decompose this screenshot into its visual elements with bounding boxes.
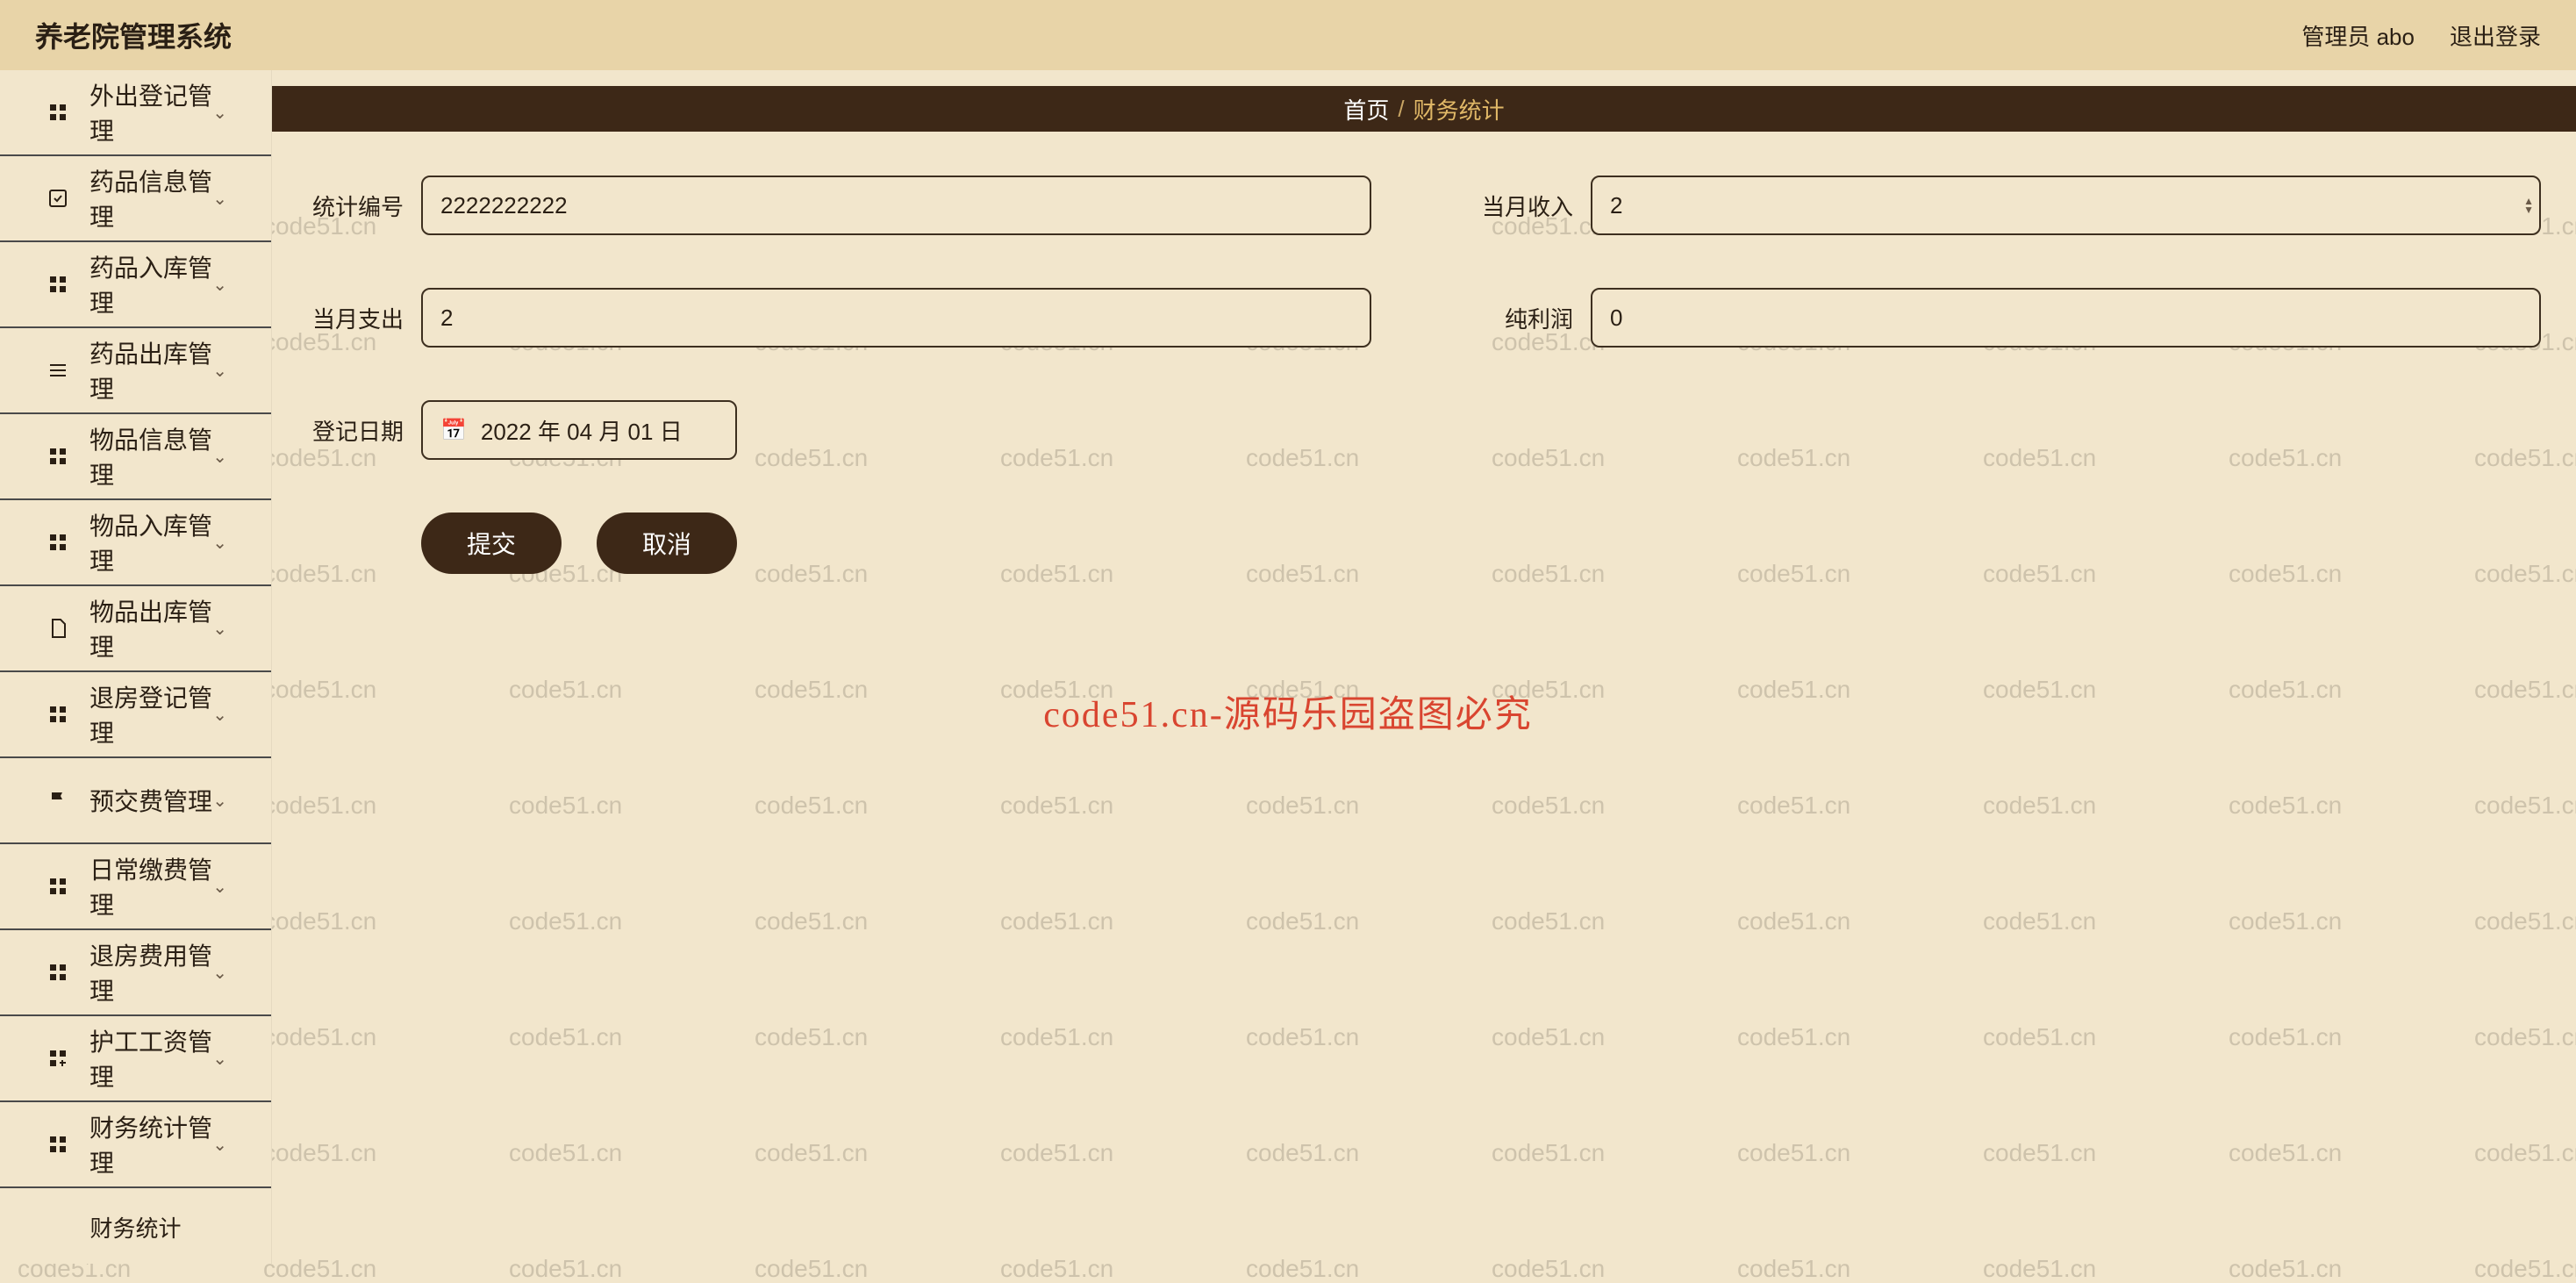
sidebar-item-daily-fee[interactable]: 日常缴费管理 ⌄ [0, 844, 271, 930]
date-input[interactable]: 📅 2022 年 04 月 01 日 [421, 400, 737, 460]
calendar-icon: 📅 [440, 418, 467, 443]
chevron-down-icon: ⌄ [212, 360, 227, 382]
chevron-down-icon: ⌄ [212, 1134, 227, 1156]
chevron-down-icon: ⌄ [212, 446, 227, 468]
chevron-down-icon: ⌄ [212, 704, 227, 726]
sidebar-item-outing[interactable]: 外出登记管理 ⌄ [0, 70, 271, 156]
sidebar-item-goods-info[interactable]: 物品信息管理 ⌄ [0, 414, 271, 500]
admin-label[interactable]: 管理员 abo [2301, 19, 2415, 52]
grid-icon [44, 700, 72, 728]
sidebar-item-label: 预交费管理 [89, 783, 212, 818]
breadcrumb-current: 财务统计 [1413, 93, 1505, 125]
grid-plus-icon [44, 1044, 72, 1072]
sidebar-submenu-finance-stat[interactable]: 财务统计 [0, 1188, 271, 1264]
grid-icon [44, 98, 72, 126]
profit-label: 纯利润 [1477, 302, 1591, 334]
sidebar-item-label: 物品入库管理 [89, 507, 212, 577]
sidebar-item-label: 日常缴费管理 [89, 851, 212, 921]
breadcrumb: 首页 / 财务统计 [272, 86, 2576, 132]
grid-icon [44, 270, 72, 298]
sidebar-item-goods-in[interactable]: 物品入库管理 ⌄ [0, 500, 271, 586]
grid-icon [44, 442, 72, 470]
cancel-button[interactable]: 取消 [597, 512, 737, 574]
sidebar-item-label: 药品出库管理 [89, 335, 212, 405]
form-row-income: 当月收入 ▲▼ [1477, 176, 2541, 235]
sidebar-item-label: 物品出库管理 [89, 593, 212, 663]
chevron-down-icon: ⌄ [212, 188, 227, 210]
button-row: 提交 取消 [421, 512, 2541, 574]
chevron-down-icon: ⌄ [212, 532, 227, 554]
sidebar-item-medicine-info[interactable]: 药品信息管理 ⌄ [0, 156, 271, 242]
income-input[interactable] [1591, 176, 2541, 235]
chevron-down-icon: ⌄ [212, 618, 227, 640]
header-right: 管理员 abo 退出登录 [2301, 19, 2541, 52]
income-label: 当月收入 [1477, 190, 1591, 222]
sidebar-item-medicine-out[interactable]: 药品出库管理 ⌄ [0, 328, 271, 414]
expense-label: 当月支出 [307, 302, 421, 334]
stat-id-input[interactable] [421, 176, 1371, 235]
profit-input[interactable] [1591, 288, 2541, 348]
sidebar-item-checkout[interactable]: 退房登记管理 ⌄ [0, 672, 271, 758]
grid-icon [44, 872, 72, 900]
check-square-icon [44, 184, 72, 212]
sidebar-item-medicine-in[interactable]: 药品入库管理 ⌄ [0, 242, 271, 328]
chevron-down-icon: ⌄ [212, 274, 227, 296]
chevron-down-icon: ⌄ [212, 962, 227, 984]
expense-input[interactable] [421, 288, 1371, 348]
form-row-profit: 纯利润 [1477, 288, 2541, 348]
breadcrumb-separator: / [1398, 96, 1404, 123]
file-icon [44, 614, 72, 642]
app-title: 养老院管理系统 [35, 15, 232, 55]
grid-icon [44, 1130, 72, 1158]
sidebar-item-salary[interactable]: 护工工资管理 ⌄ [0, 1016, 271, 1102]
header: 养老院管理系统 管理员 abo 退出登录 [0, 0, 2576, 70]
chevron-down-icon: ⌄ [212, 1048, 227, 1070]
sidebar-item-label: 物品信息管理 [89, 421, 212, 491]
breadcrumb-home[interactable]: 首页 [1343, 93, 1389, 125]
sidebar-item-label: 药品入库管理 [89, 249, 212, 319]
sidebar-item-checkout-fee[interactable]: 退房费用管理 ⌄ [0, 930, 271, 1016]
form-row-date: 登记日期 📅 2022 年 04 月 01 日 [307, 400, 2541, 460]
submenu-label: 财务统计 [89, 1211, 181, 1244]
form-row-expense: 当月支出 [307, 288, 1371, 348]
bars-icon [44, 356, 72, 384]
chevron-down-icon: ⌄ [212, 102, 227, 124]
sidebar-item-finance[interactable]: 财务统计管理 ⌄ [0, 1102, 271, 1188]
chevron-down-icon: ⌄ [212, 876, 227, 898]
flag-icon [44, 786, 72, 814]
sidebar: 外出登记管理 ⌄ 药品信息管理 ⌄ 药品入库管理 ⌄ 药品出库管理 ⌄ 物品信息… [0, 70, 272, 1264]
form-area: 统计编号 当月收入 ▲▼ 当月支出 纯利润 [272, 132, 2576, 618]
submit-button[interactable]: 提交 [421, 512, 562, 574]
form-row-stat-id: 统计编号 [307, 176, 1371, 235]
logout-link[interactable]: 退出登录 [2450, 19, 2541, 52]
sidebar-item-label: 护工工资管理 [89, 1023, 212, 1093]
sidebar-item-prepay[interactable]: 预交费管理 ⌄ [0, 758, 271, 844]
chevron-down-icon: ⌄ [212, 790, 227, 812]
sidebar-item-label: 外出登记管理 [89, 77, 212, 147]
sidebar-item-label: 药品信息管理 [89, 163, 212, 233]
stat-id-label: 统计编号 [307, 190, 421, 222]
date-label: 登记日期 [307, 414, 421, 447]
main-content: 首页 / 财务统计 统计编号 当月收入 ▲▼ 当月支出 [272, 70, 2576, 1264]
sidebar-item-label: 退房登记管理 [89, 679, 212, 749]
grid-icon [44, 528, 72, 556]
date-value: 2022 年 04 月 01 日 [481, 414, 683, 447]
sidebar-item-goods-out[interactable]: 物品出库管理 ⌄ [0, 586, 271, 672]
grid-icon [44, 958, 72, 986]
sidebar-item-label: 财务统计管理 [89, 1109, 212, 1179]
sidebar-item-label: 退房费用管理 [89, 937, 212, 1007]
